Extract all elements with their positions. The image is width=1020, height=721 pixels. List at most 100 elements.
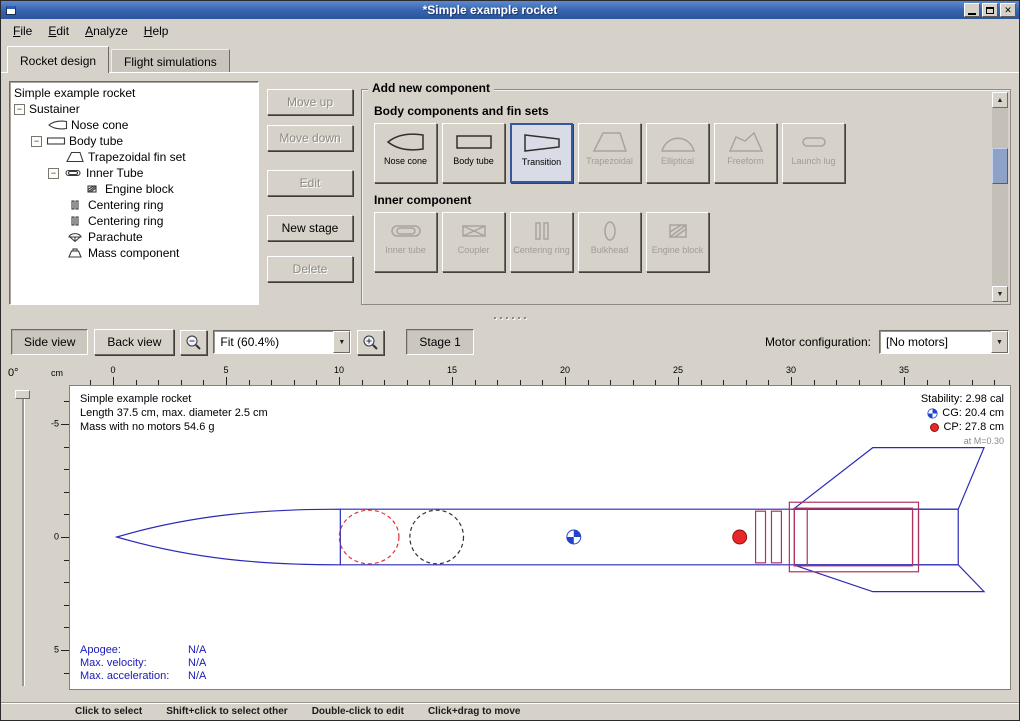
chevron-down-icon[interactable]: ▼ [333,331,350,353]
add-trapezoidal-button[interactable]: Trapezoidal [578,123,641,183]
zoom-in-button[interactable] [357,330,384,355]
rocket-mass: Mass with no motors 54.6 g [80,420,268,434]
tab-rocket-design[interactable]: Rocket design [7,46,109,73]
component-button-label: Bulkhead [589,244,631,255]
zoom-out-button[interactable] [180,330,207,355]
centering-ring-icon [521,218,563,244]
chevron-down-icon[interactable]: ▼ [991,331,1008,353]
status-hint: Click to select [75,706,142,717]
panel-splitter[interactable] [1,311,1019,325]
component-button-label: Centering ring [511,244,572,255]
transition-icon [521,130,563,156]
rocket-figure[interactable]: Simple example rocket Length 37.5 cm, ma… [69,385,1011,690]
ruler-label: 0 [110,365,115,375]
ruler-label: 5 [54,645,59,655]
add-transition-button[interactable]: Transition [510,123,573,183]
tree-item-inner-tube[interactable]: −Inner Tube [10,165,258,181]
new-stage-button[interactable]: New stage [267,215,353,241]
add-bulkhead-button[interactable]: Bulkhead [578,212,641,272]
rocket-outline [117,448,984,592]
component-tree[interactable]: Simple example rocket−SustainerNose cone… [9,81,259,305]
flight-stat-row: Max. acceleration:N/A [80,670,206,683]
menu-item-help[interactable]: Help [136,21,177,41]
add-body-tube-button[interactable]: Body tube [442,123,505,183]
tree-item-engine-block[interactable]: Engine block [10,181,258,197]
title-bar[interactable]: *Simple example rocket ✕ [1,1,1019,19]
motor-configuration-combo[interactable]: [No motors] ▼ [879,330,1009,354]
back-view-button[interactable]: Back view [94,329,174,355]
tree-item-mass-component[interactable]: Mass component [10,245,258,261]
tree-item-label: Simple example rocket [14,86,135,100]
menu-item-edit[interactable]: Edit [40,21,77,41]
rotation-slider[interactable] [22,391,24,686]
minimize-button[interactable] [964,3,980,17]
flight-stat-label: Max. velocity: [80,657,188,670]
move-down-button[interactable]: Move down [267,125,353,151]
side-view-button[interactable]: Side view [11,329,88,355]
flight-stat-label: Max. acceleration: [80,670,188,683]
engine-block-icon [657,218,699,244]
edit-button[interactable]: Edit [267,170,353,196]
mass-component-outline [410,510,464,564]
collapse-icon[interactable]: − [31,136,42,147]
tree-item-centering-ring[interactable]: Centering ring [10,213,258,229]
scroll-up-icon[interactable]: ▲ [992,92,1008,108]
tree-item-trapezoidal-fin-set[interactable]: Trapezoidal fin set [10,149,258,165]
zoom-combo[interactable]: Fit (60.4%) ▼ [213,330,351,354]
body-tube-icon [46,135,66,147]
tree-item-label: Engine block [105,182,174,196]
tab-flight-simulations[interactable]: Flight simulations [111,49,230,72]
tree-item-label: Centering ring [88,198,163,212]
scrollbar-thumb[interactable] [992,148,1008,184]
zoom-out-icon [185,334,202,351]
add-coupler-button[interactable]: Coupler [442,212,505,272]
add-nose-cone-button[interactable]: Nose cone [374,123,437,183]
menu-item-file[interactable]: File [5,21,40,41]
delete-button[interactable]: Delete [267,256,353,282]
add-elliptical-button[interactable]: Elliptical [646,123,709,183]
ruler-label: 25 [673,365,683,375]
fin-freeform-icon [725,129,767,155]
tree-item-parachute[interactable]: Parachute [10,229,258,245]
component-button-label: Engine block [650,244,706,255]
close-button[interactable]: ✕ [1000,3,1016,17]
add-component-scrollbar[interactable]: ▲ ▼ [992,92,1008,302]
add-launch-lug-button[interactable]: Launch lug [782,123,845,183]
add-freeform-button[interactable]: Freeform [714,123,777,183]
add-component-title: Add new component [368,81,494,95]
add-centering-ring-button[interactable]: Centering ring [510,212,573,272]
component-button-label: Elliptical [659,155,696,166]
add-engine-block-button[interactable]: Engine block [646,212,709,272]
add-inner-tube-button[interactable]: Inner tube [374,212,437,272]
scroll-down-icon[interactable]: ▼ [992,286,1008,302]
tree-item-nose-cone[interactable]: Nose cone [10,117,258,133]
section-label-body-components-and-fin-sets: Body components and fin sets [374,104,986,118]
tree-item-centering-ring[interactable]: Centering ring [10,197,258,213]
rocket-dimensions: Length 37.5 cm, max. diameter 2.5 cm [80,406,268,420]
maximize-button[interactable] [982,3,998,17]
tree-item-sustainer[interactable]: −Sustainer [10,101,258,117]
tree-item-body-tube[interactable]: −Body tube [10,133,258,149]
collapse-icon[interactable]: − [48,168,59,179]
rotation-slider-handle[interactable] [15,390,30,399]
move-up-button[interactable]: Move up [267,89,353,115]
menu-item-analyze[interactable]: Analyze [77,21,136,41]
stage-1-toggle[interactable]: Stage 1 [406,329,473,355]
status-bar: Click to selectShift+click to select oth… [1,702,1019,720]
coupler-icon [453,218,495,244]
scrollbar-track[interactable] [992,108,1008,286]
cg-icon [927,408,938,419]
tree-item-simple-example-rocket[interactable]: Simple example rocket [10,85,258,101]
mass-component-icon [65,247,85,259]
rotation-value: 0° [8,367,19,379]
collapse-icon[interactable]: − [14,104,25,115]
inner-components-outline [756,502,919,572]
rocket-canvas: 0° cm 05101520253035 -505 [1,359,1019,702]
tree-item-label: Parachute [88,230,143,244]
stability-info: Stability: 2.98 cal CG: 20.4 cm CP: 27.8… [921,392,1004,448]
window-menu-icon[interactable] [4,3,18,17]
ruler-tick [61,424,69,425]
application-window: *Simple example rocket ✕ FileEditAnalyze… [0,0,1020,721]
cp-icon [930,423,939,432]
bulkhead-icon [589,218,631,244]
